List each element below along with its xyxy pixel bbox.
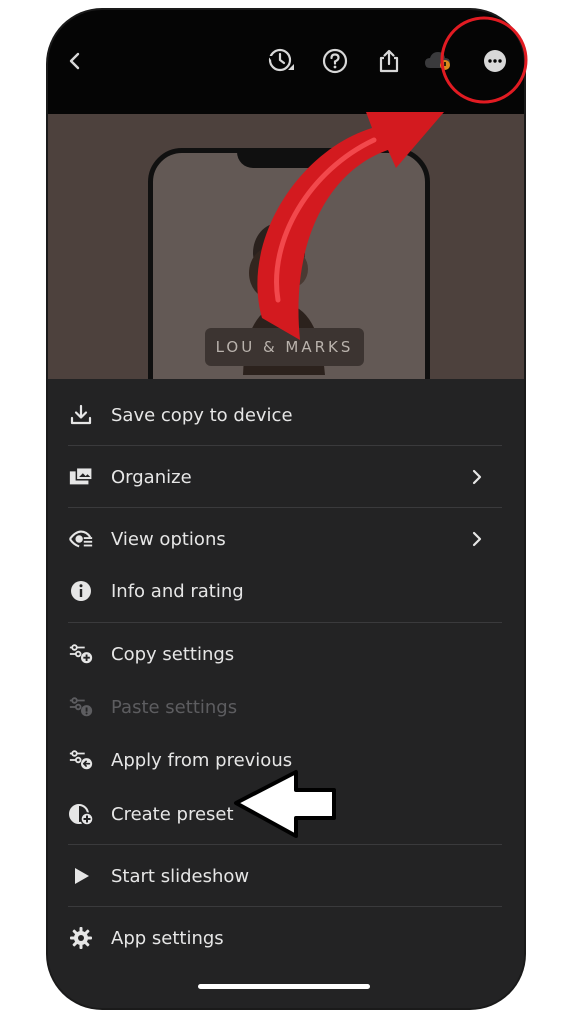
menu-item-label: Info and rating (111, 580, 244, 602)
menu-item-view-options[interactable]: View options (68, 513, 502, 565)
menu-item-app-settings[interactable]: App settings (68, 912, 502, 964)
menu-item-save-copy[interactable]: Save copy to device (68, 389, 502, 441)
menu-item-label: Save copy to device (111, 404, 293, 426)
menu-item-label: Copy settings (111, 643, 235, 665)
menu-divider (68, 507, 502, 508)
play-icon (68, 863, 94, 889)
menu-item-organize[interactable]: Organize (68, 451, 502, 503)
menu-item-paste-settings: Paste settings (68, 681, 502, 733)
menu-divider (68, 445, 502, 446)
top-toolbar (48, 10, 524, 114)
back-button[interactable] (58, 44, 92, 78)
history-button[interactable] (264, 44, 298, 78)
menu-item-copy-settings[interactable]: Copy settings (68, 628, 502, 680)
cloud-sync-icon (425, 52, 450, 70)
download-icon (68, 402, 94, 428)
apply-previous-icon (68, 747, 94, 773)
help-icon (322, 48, 348, 74)
create-preset-icon (68, 801, 94, 827)
menu-item-label: Organize (111, 466, 192, 488)
menu-item-label: Start slideshow (111, 865, 250, 887)
history-icon (268, 48, 294, 72)
chevron-right-icon (472, 531, 482, 547)
menu-divider (68, 906, 502, 907)
menu-item-label: Create preset (111, 803, 234, 825)
more-options-icon (484, 50, 506, 72)
gear-icon (68, 925, 94, 951)
menu-item-info-rating[interactable]: Info and rating (68, 565, 502, 617)
more-options-button[interactable] (478, 44, 512, 78)
menu-divider (68, 622, 502, 623)
view-options-icon (68, 526, 94, 552)
menu-item-apply-from-previous[interactable]: Apply from previous (68, 734, 502, 786)
share-button[interactable] (372, 44, 406, 78)
share-icon (379, 49, 399, 73)
chevron-right-icon (472, 469, 482, 485)
paste-settings-icon (68, 694, 94, 720)
menu-item-label: Apply from previous (111, 749, 293, 771)
menu-item-label: View options (111, 528, 226, 550)
photo-preview: LOU & MARKS (48, 114, 524, 379)
menu-item-label: App settings (111, 927, 224, 949)
brand-label: LOU & MARKS (205, 328, 364, 366)
chevron-left-icon (69, 52, 80, 70)
help-button[interactable] (318, 44, 352, 78)
menu-item-create-preset[interactable]: Create preset (68, 788, 502, 840)
menu-item-start-slideshow[interactable]: Start slideshow (68, 850, 502, 902)
cloud-sync-button[interactable] (421, 44, 455, 78)
info-icon (68, 578, 94, 604)
folder-icon (68, 464, 94, 490)
copy-settings-icon (68, 641, 94, 667)
phone-notch (237, 148, 341, 168)
menu-item-label: Paste settings (111, 696, 238, 718)
menu-divider (68, 844, 502, 845)
home-indicator[interactable] (198, 984, 370, 989)
phone-frame: LOU & MARKS Save copy to device Organize… (48, 10, 524, 1008)
context-menu: Save copy to device Organize View option… (48, 379, 524, 1008)
